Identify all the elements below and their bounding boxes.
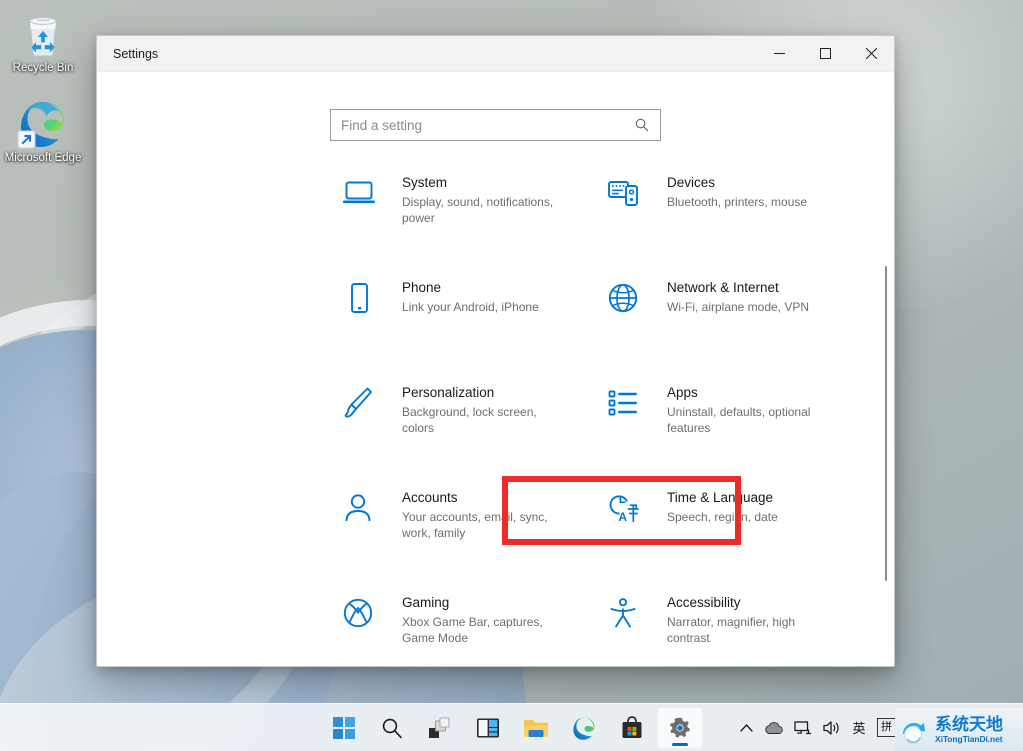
phone-icon [340, 277, 388, 319]
taskbar-search-button[interactable] [370, 708, 414, 748]
taskbar-microsoft-store-button[interactable] [610, 708, 654, 748]
taskbar: 英 拼 [0, 703, 1023, 751]
show-hidden-icons-button[interactable] [733, 708, 759, 748]
microsoft-store-icon [620, 716, 644, 740]
microsoft-edge-icon [4, 98, 82, 150]
taskbar-buttons [322, 708, 702, 748]
desktop-icon-label: Microsoft Edge [4, 152, 82, 165]
taskbar-settings-button[interactable] [658, 708, 702, 748]
search-icon[interactable] [635, 118, 660, 132]
ime-language-label: 英 [852, 718, 865, 737]
tile-subtitle: Display, sound, notifications, power [402, 194, 562, 226]
volume-icon [822, 720, 841, 736]
window-controls [756, 36, 894, 72]
window-titlebar[interactable]: Settings [97, 36, 894, 72]
folder-icon [523, 717, 549, 739]
person-icon [340, 487, 388, 529]
windows-start-icon [333, 717, 355, 739]
tile-title: Personalization [402, 384, 562, 402]
microsoft-edge-icon [572, 716, 596, 740]
watermark-english-text: XiTongTianDi.net [935, 735, 1003, 744]
tile-title: Devices [667, 174, 807, 192]
volume-tray-button[interactable] [817, 708, 846, 748]
recycle-bin-icon [4, 8, 82, 60]
tile-subtitle: Speech, region, date [667, 509, 778, 525]
search-box[interactable] [330, 109, 661, 141]
ime-pinyin-label: 拼 [877, 718, 896, 737]
settings-tile-gaming[interactable]: Gaming Xbox Game Bar, captures, Game Mod… [340, 583, 605, 666]
settings-window: Settings [96, 35, 895, 667]
globe-icon [605, 277, 653, 319]
network-icon [794, 720, 812, 736]
settings-tile-time-language[interactable]: A Time & Language Speech, region, date [605, 478, 870, 583]
watermark-chinese-text: 系统天地 [935, 716, 1003, 733]
paintbrush-icon [340, 382, 388, 424]
tile-subtitle: Bluetooth, printers, mouse [667, 194, 807, 210]
svg-text:A: A [618, 510, 627, 524]
taskbar-microsoft-edge-button[interactable] [562, 708, 606, 748]
settings-scroll-region: System Display, sound, notifications, po… [97, 141, 894, 666]
tile-title: Apps [667, 384, 827, 402]
maximize-button[interactable] [802, 36, 848, 72]
settings-tile-accessibility[interactable]: Accessibility Narrator, magnifier, high … [605, 583, 870, 666]
chevron-up-icon [740, 723, 753, 733]
ime-language-button[interactable]: 英 [846, 708, 872, 748]
settings-tile-phone[interactable]: Phone Link your Android, iPhone [340, 268, 605, 373]
network-tray-button[interactable] [789, 708, 817, 748]
widgets-icon [476, 717, 500, 739]
tile-subtitle: Background, lock screen, colors [402, 404, 562, 436]
tile-subtitle: Link your Android, iPhone [402, 299, 539, 315]
tile-title: Phone [402, 279, 539, 297]
settings-tile-personalization[interactable]: Personalization Background, lock screen,… [340, 373, 605, 478]
settings-tile-accounts[interactable]: Accounts Your accounts, email, sync, wor… [340, 478, 605, 583]
minimize-icon [774, 48, 785, 59]
settings-tile-network-internet[interactable]: Network & Internet Wi-Fi, airplane mode,… [605, 268, 870, 373]
scrollbar-thumb[interactable] [885, 266, 887, 581]
accessibility-icon [605, 592, 653, 634]
taskbar-start-button[interactable] [322, 708, 366, 748]
taskbar-widgets-button[interactable] [466, 708, 510, 748]
settings-tile-system[interactable]: System Display, sound, notifications, po… [340, 163, 605, 268]
onedrive-tray-button[interactable] [759, 708, 789, 748]
site-watermark: 系统天地 XiTongTianDi.net [895, 708, 1023, 751]
minimize-button[interactable] [756, 36, 802, 72]
tile-title: Time & Language [667, 489, 778, 507]
settings-tile-devices[interactable]: Devices Bluetooth, printers, mouse [605, 163, 870, 268]
desktop-icon-microsoft-edge[interactable]: Microsoft Edge [4, 98, 82, 165]
maximize-icon [820, 48, 831, 59]
gear-icon [668, 716, 692, 740]
task-view-icon [428, 717, 452, 739]
tile-subtitle: Wi-Fi, airplane mode, VPN [667, 299, 809, 315]
window-title: Settings [97, 47, 756, 61]
tile-subtitle: Uninstall, defaults, optional features [667, 404, 827, 436]
search-icon [381, 717, 403, 739]
laptop-icon [340, 172, 388, 214]
tile-title: System [402, 174, 562, 192]
search-area [97, 72, 894, 141]
window-scrollbar[interactable] [880, 108, 892, 664]
tile-title: Gaming [402, 594, 562, 612]
desktop-icon-label: Recycle Bin [4, 62, 82, 75]
desktop-icon-recycle-bin[interactable]: Recycle Bin [4, 8, 82, 75]
app-list-icon [605, 382, 653, 424]
close-icon [866, 48, 877, 59]
taskbar-task-view-button[interactable] [418, 708, 462, 748]
search-input[interactable] [331, 110, 635, 140]
close-button[interactable] [848, 36, 894, 72]
tile-title: Accessibility [667, 594, 827, 612]
tile-title: Accounts [402, 489, 562, 507]
cloud-icon [764, 721, 784, 735]
tile-subtitle: Narrator, magnifier, high contrast [667, 614, 827, 646]
tile-subtitle: Xbox Game Bar, captures, Game Mode [402, 614, 562, 646]
taskbar-file-explorer-button[interactable] [514, 708, 558, 748]
settings-tile-grid: System Display, sound, notifications, po… [97, 163, 894, 666]
devices-icon [605, 172, 653, 214]
tile-title: Network & Internet [667, 279, 809, 297]
clock-language-icon: A [605, 487, 653, 529]
tile-subtitle: Your accounts, email, sync, work, family [402, 509, 562, 541]
settings-tile-apps[interactable]: Apps Uninstall, defaults, optional featu… [605, 373, 870, 478]
watermark-logo-icon [895, 712, 935, 748]
xbox-icon [340, 592, 388, 634]
